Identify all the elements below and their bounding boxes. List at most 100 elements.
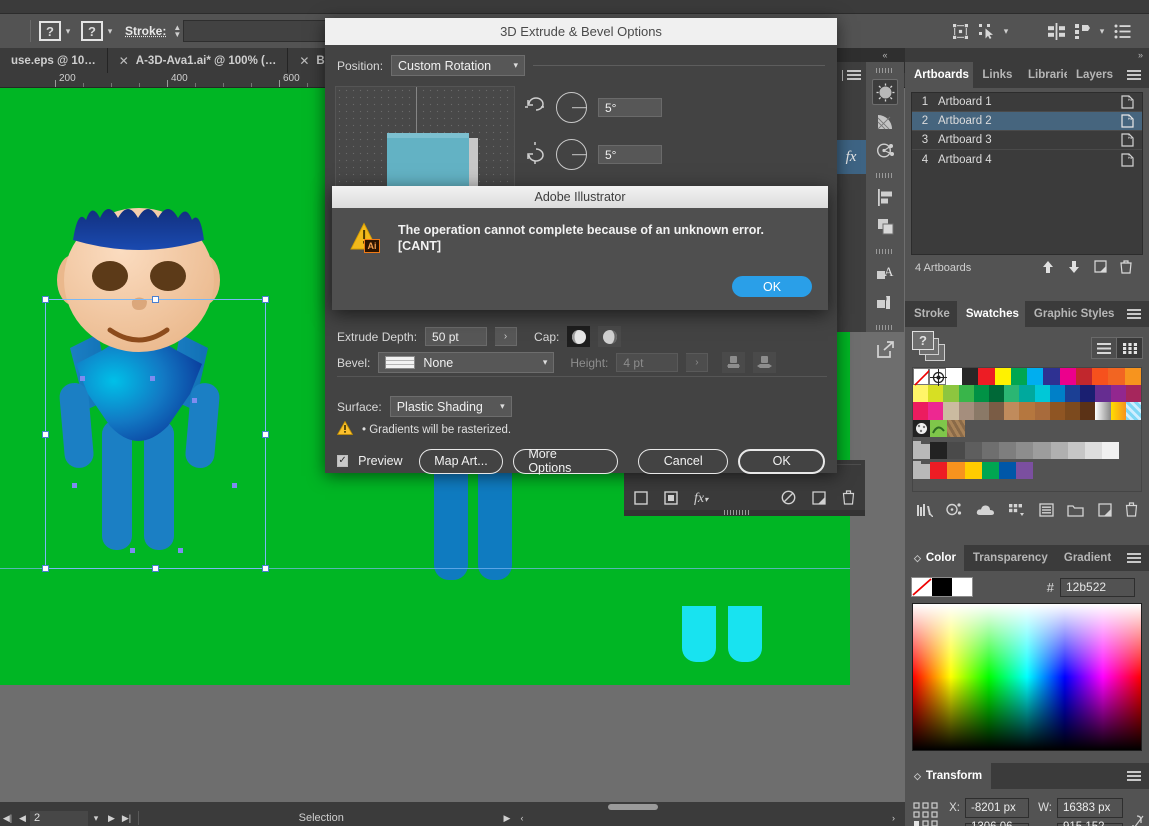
swatch[interactable] xyxy=(1049,402,1066,420)
preview-checkbox[interactable]: ✓ xyxy=(337,455,349,467)
swatch-registration[interactable] xyxy=(929,368,948,386)
swatch[interactable] xyxy=(947,441,965,459)
surface-select[interactable]: Plastic Shading ▾ xyxy=(389,396,512,417)
swatch-group-folder[interactable] xyxy=(913,460,931,479)
collapse-panels-icon[interactable]: » xyxy=(905,48,1149,62)
align-icon[interactable] xyxy=(872,184,898,210)
list-view-icon[interactable] xyxy=(1091,337,1117,359)
artboards-panel-menu-icon[interactable] xyxy=(1119,62,1149,88)
locate-object-icon[interactable] xyxy=(634,490,648,508)
panel-grip[interactable] xyxy=(876,68,894,73)
swatch[interactable] xyxy=(945,368,963,386)
swatch-group-folder[interactable] xyxy=(913,440,931,459)
black-swatch[interactable] xyxy=(932,578,952,596)
cloud-icon[interactable] xyxy=(976,504,995,519)
constrain-proportions-icon[interactable] xyxy=(1130,798,1144,826)
hex-color-field[interactable]: 12b522 xyxy=(1060,577,1135,597)
anchor-point[interactable] xyxy=(72,483,77,488)
swatch-pattern[interactable] xyxy=(913,419,931,437)
grid-view-icon[interactable] xyxy=(1117,337,1143,359)
swatch[interactable] xyxy=(1092,368,1109,386)
swatch[interactable] xyxy=(1108,368,1125,386)
select-similar-icon[interactable] xyxy=(973,18,999,44)
artboard-thumb-icon[interactable] xyxy=(1112,95,1142,109)
image-trace-icon[interactable] xyxy=(872,289,898,315)
rotate-y-field[interactable]: 5° xyxy=(598,145,662,164)
swatch[interactable] xyxy=(998,461,1017,480)
panel-grip[interactable] xyxy=(876,249,894,254)
swatch[interactable] xyxy=(1059,368,1076,386)
ok-button[interactable]: OK xyxy=(738,448,825,474)
swatch-kinds-icon[interactable] xyxy=(1008,503,1025,520)
swatch[interactable] xyxy=(1080,385,1096,403)
selection-handle[interactable] xyxy=(262,565,269,572)
panel-resize-grip[interactable] xyxy=(724,510,750,515)
new-layer-icon[interactable] xyxy=(812,490,826,508)
swatch[interactable] xyxy=(1067,441,1085,459)
expand-panels-icon[interactable]: « xyxy=(866,48,904,62)
swatch-group-thumbnail[interactable]: ? xyxy=(911,330,959,366)
delete-artboard-icon[interactable] xyxy=(1113,259,1139,277)
document-setup-icon[interactable] xyxy=(1109,18,1135,44)
libraries-icon[interactable] xyxy=(916,503,934,520)
swatch[interactable] xyxy=(981,461,999,480)
selection-handle[interactable] xyxy=(152,296,159,303)
white-swatch[interactable] xyxy=(952,578,972,596)
rotate-x-field[interactable]: 5° xyxy=(598,98,662,117)
cap-on-icon[interactable] xyxy=(567,326,591,347)
panel-grip[interactable] xyxy=(876,173,894,178)
none-swatch[interactable] xyxy=(912,578,932,596)
swatch[interactable] xyxy=(1016,461,1034,480)
previous-page-icon[interactable]: ◀ xyxy=(15,813,30,824)
swatch[interactable] xyxy=(958,402,974,420)
swatch[interactable] xyxy=(1016,441,1034,459)
tab-swatches[interactable]: Swatches xyxy=(956,301,1025,327)
swatch[interactable] xyxy=(1110,385,1126,403)
position-select[interactable]: Custom Rotation ▾ xyxy=(391,55,526,76)
tab-stroke[interactable]: Stroke xyxy=(905,301,957,327)
swatch[interactable] xyxy=(1034,385,1050,403)
panel-collapse-icon[interactable]: ◇ xyxy=(914,553,921,564)
anchor-point[interactable] xyxy=(192,398,197,403)
move-down-icon[interactable] xyxy=(1061,260,1087,277)
stroke-weight-field[interactable] xyxy=(183,20,339,42)
swatch[interactable] xyxy=(1084,441,1103,459)
fill-dropdown-caret[interactable]: ▾ xyxy=(61,26,75,37)
swatch[interactable] xyxy=(1019,402,1035,420)
stroke-dropdown-caret[interactable]: ▾ xyxy=(103,26,117,37)
pathfinder-icon[interactable] xyxy=(872,213,898,239)
selection-handle[interactable] xyxy=(42,565,49,572)
options-icon[interactable] xyxy=(1039,502,1054,520)
rotate-x-dial[interactable] xyxy=(556,92,587,123)
color-theme-icon[interactable] xyxy=(946,502,962,520)
tab-transparency[interactable]: Transparency xyxy=(964,545,1055,571)
swatch-pattern[interactable] xyxy=(1125,402,1142,420)
table-row[interactable]: 1 Artboard 1 xyxy=(912,93,1142,112)
bevel-extent-out-icon[interactable] xyxy=(722,352,746,373)
anchor-point[interactable] xyxy=(178,548,183,553)
scroll-right-icon[interactable]: › xyxy=(886,813,901,823)
panel-collapse-icon[interactable]: ◇ xyxy=(914,771,921,782)
extrude-depth-field[interactable]: 50 pt xyxy=(425,327,488,346)
delete-layer-icon[interactable] xyxy=(842,490,855,508)
swatch[interactable] xyxy=(913,385,929,403)
swatch[interactable] xyxy=(998,441,1017,459)
bevel-select[interactable]: None ▾ xyxy=(378,352,555,373)
tab-color[interactable]: ◇ Color xyxy=(905,545,964,571)
tab-layers[interactable]: Layers xyxy=(1067,62,1119,88)
swatch[interactable] xyxy=(978,368,995,386)
swatch[interactable] xyxy=(1019,385,1035,403)
map-art-button[interactable]: Map Art... xyxy=(418,448,504,474)
scroll-left-icon[interactable]: ‹ xyxy=(515,813,530,823)
appearance-strip-header[interactable] xyxy=(836,62,866,88)
swatch[interactable] xyxy=(1124,368,1141,386)
artboard-number-field[interactable]: 2 xyxy=(30,810,88,826)
swatch-gradient[interactable] xyxy=(1095,402,1111,420)
fill-color-swatch[interactable]: ? xyxy=(39,21,61,41)
cap-off-icon[interactable] xyxy=(598,326,622,347)
align-center-icon[interactable] xyxy=(1043,18,1069,44)
last-page-icon[interactable]: ▶| xyxy=(119,813,134,824)
extrude-depth-slider-toggle[interactable]: › xyxy=(495,327,518,346)
transform-panel-menu-icon[interactable] xyxy=(1119,763,1149,789)
first-page-icon[interactable]: ◀| xyxy=(0,813,15,824)
